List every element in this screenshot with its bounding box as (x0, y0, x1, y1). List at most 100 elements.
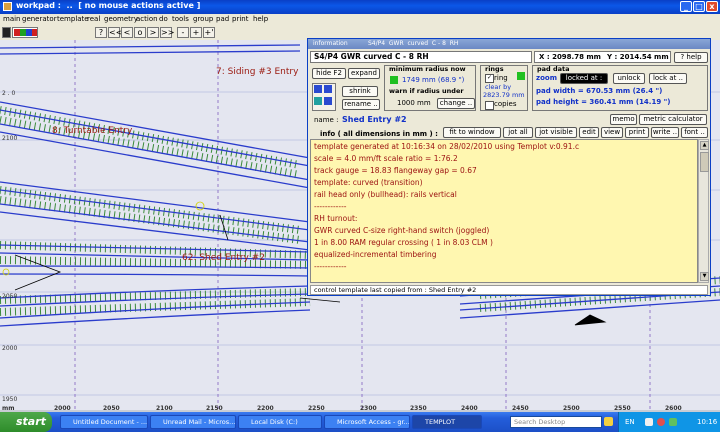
task-templot[interactable]: TEMPLOT (412, 415, 482, 429)
pad-height: pad height = 360.41 mm (14.19 ") (536, 98, 671, 106)
change-button[interactable]: change .. (437, 98, 475, 109)
grid-icon[interactable] (2, 27, 11, 38)
memo-icon[interactable] (324, 97, 332, 105)
x-axis-label-2350: 2350 (410, 405, 427, 412)
network-icon[interactable] (645, 418, 653, 426)
maximize-button[interactable]: □ (693, 1, 705, 12)
locked-at-button[interactable]: locked at : (560, 73, 608, 84)
hand-icon[interactable] (314, 85, 322, 93)
system-tray: EN 10:16 (618, 412, 720, 432)
centre-button[interactable]: o (134, 27, 146, 38)
step-back-button[interactable]: < (121, 27, 133, 38)
x-axis-label-2400: 2400 (461, 405, 478, 412)
warn-radius-value: 1000 mm (397, 99, 431, 107)
x-axis-label-2300: 2300 (360, 405, 377, 412)
x-axis-label-2250: 2250 (308, 405, 325, 412)
menu-help[interactable]: help (253, 15, 268, 23)
close-button[interactable]: x (706, 1, 718, 12)
minimize-button[interactable]: _ (680, 1, 692, 12)
language-indicator[interactable]: EN (625, 412, 635, 432)
jump-end-button[interactable]: >> (160, 27, 174, 38)
ring-checkbox[interactable]: ✓ (485, 74, 494, 83)
view-button[interactable]: view (601, 127, 623, 138)
label-turntable-entry: 8: Turntable Entry (52, 126, 133, 136)
info-line-9: 1 in 8.00 RAM regular crossing ( 1 in 8.… (314, 238, 493, 247)
help-button[interactable]: ? (95, 27, 107, 38)
info-line-2: scale = 4.0 mm/ft scale ratio = 1:76.2 (314, 154, 458, 163)
zoom-label: zoom : (536, 74, 563, 82)
jot-visible-button[interactable]: jot visible (535, 127, 577, 138)
task-local-disk[interactable]: Local Disk (C:) (238, 415, 322, 429)
radius-ok-indicator (390, 76, 398, 84)
info-title-template: S4/P4 GWR curved C - 8 RH (368, 40, 459, 47)
security-icon[interactable] (657, 418, 665, 426)
info-title-bar[interactable]: information S4/P4 GWR curved C - 8 RH (308, 39, 710, 49)
fit-to-window-button[interactable]: fit to window (443, 127, 501, 138)
info-line-3: track gauge = 18.83 flangeway gap = 0.67 (314, 166, 477, 175)
colour-palette-icon[interactable] (12, 27, 38, 38)
unlock-button[interactable]: unlock (613, 73, 645, 84)
clock: 10:16 (697, 418, 718, 426)
x-axis-label-2100: 2100 (156, 405, 173, 412)
info-line-8: GWR curved C-size right-hand switch (jog… (314, 226, 490, 235)
menu-geometry[interactable]: geometry (104, 15, 138, 23)
copies-checkbox[interactable] (485, 101, 494, 110)
expand-button[interactable]: expand (348, 68, 380, 79)
task-unread-mail[interactable]: Unread Mail - Micros... (150, 415, 236, 429)
scroll-down-icon[interactable]: ▼ (700, 272, 709, 281)
y-readout: Y : 2014.54 mm (607, 53, 669, 61)
menu-main[interactable]: main (3, 15, 21, 23)
info-scrollbar[interactable]: ▲ ▼ (698, 139, 709, 283)
x-axis-label-2450: 2450 (512, 405, 529, 412)
edit-button[interactable]: edit (579, 127, 599, 138)
rename-button[interactable]: rename .. (342, 99, 380, 110)
lock-at-button[interactable]: lock at .. (649, 73, 687, 84)
info-line-6: ------------ (314, 202, 347, 211)
info-text-area[interactable]: template generated at 10:16:34 on 28/02/… (310, 139, 698, 283)
font-button[interactable]: font .. (681, 127, 708, 138)
menu-real[interactable]: real (87, 15, 100, 23)
task-untitled-document[interactable]: Untitled Document - ... (60, 415, 148, 429)
volume-icon[interactable] (669, 418, 677, 426)
tool-icons[interactable] (312, 83, 336, 111)
question-icon[interactable] (324, 85, 332, 93)
menu-generator[interactable]: generator (22, 15, 57, 23)
memo-button[interactable]: memo (610, 114, 637, 125)
menu-action[interactable]: action (136, 15, 158, 23)
menu-tools[interactable]: tools (172, 15, 189, 23)
jot-all-button[interactable]: jot all (503, 127, 533, 138)
zoom-fit-button[interactable]: +' (203, 27, 215, 38)
app-icon (3, 2, 12, 11)
menu-do[interactable]: do (159, 15, 168, 23)
info-line-4: template: curved (transition) (314, 178, 423, 187)
jump-start-button[interactable]: << (108, 27, 122, 38)
label-shed-entry: 62: Shed Entry #2 (182, 253, 265, 263)
zoom-out-button[interactable]: - (177, 27, 189, 38)
x-axis-unit: mm (2, 405, 15, 412)
scroll-up-icon[interactable]: ▲ (700, 141, 709, 150)
task-microsoft-access[interactable]: Microsoft Access - gr... (324, 415, 410, 429)
menu-group[interactable]: group (193, 15, 213, 23)
metric-calculator-button[interactable]: metric calculator (639, 114, 707, 125)
hide-button[interactable]: hide F2 (312, 68, 346, 79)
search-desktop-input[interactable]: Search Desktop (510, 416, 602, 428)
scroll-thumb[interactable] (700, 152, 709, 172)
pad-data-label: pad data (537, 65, 570, 73)
write-button[interactable]: write .. (651, 127, 679, 138)
y-axis-label-2100-top: 2 . 0 (2, 90, 16, 97)
x-axis-label-2600: 2600 (665, 405, 682, 412)
coordinate-box: X : 2098.78 mm Y : 2014.54 mm (534, 51, 671, 63)
palette-icon[interactable] (314, 97, 322, 105)
x-axis-label-2550: 2550 (614, 405, 631, 412)
pad-width: pad width = 670.53 mm (26.4 ") (536, 87, 663, 95)
start-button[interactable]: start (0, 412, 52, 432)
menu-template[interactable]: template (57, 15, 89, 23)
zoom-in-button[interactable]: + (190, 27, 202, 38)
menu-print[interactable]: print (232, 15, 248, 23)
step-forward-button[interactable]: > (147, 27, 159, 38)
menu-pad[interactable]: pad (216, 15, 229, 23)
shrink-button[interactable]: shrink (342, 86, 378, 97)
help-button[interactable]: ? help (674, 52, 708, 63)
search-icon[interactable] (604, 417, 613, 426)
print-button[interactable]: print (625, 127, 649, 138)
